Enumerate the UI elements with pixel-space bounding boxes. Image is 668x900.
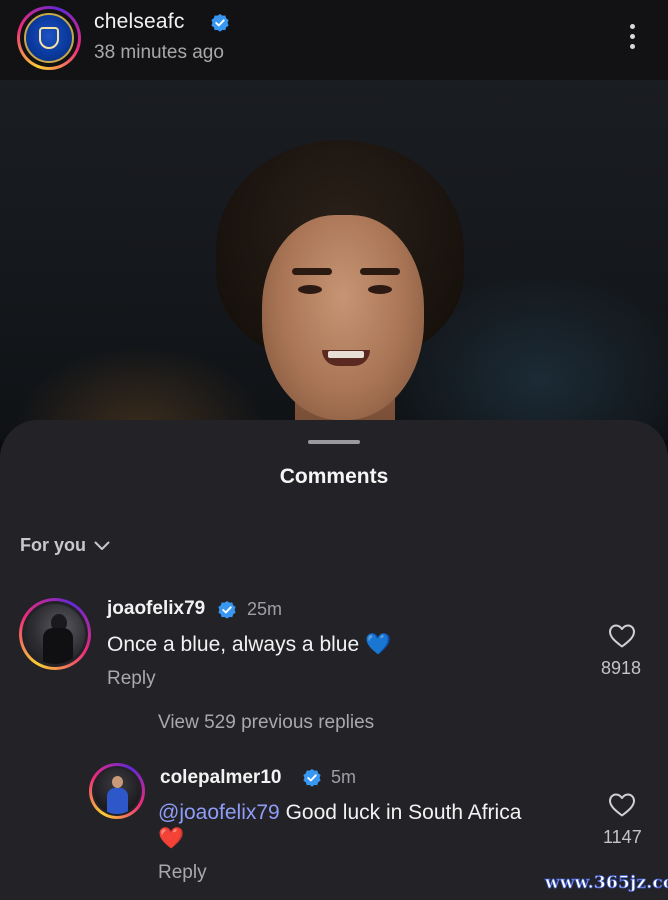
comment-text: Once a blue, always a blue 💙 xyxy=(107,632,577,658)
reply-like-count: 1147 xyxy=(603,827,642,847)
reply-mention[interactable]: @joaofelix79 xyxy=(158,801,280,824)
reply-button[interactable]: Reply xyxy=(107,668,156,690)
blue-heart-emoji: 💙 xyxy=(365,633,392,656)
heart-icon[interactable] xyxy=(608,792,636,818)
sort-label: For you xyxy=(20,535,86,555)
reply-reply-button[interactable]: Reply xyxy=(158,862,207,884)
post-username[interactable]: chelseafc xyxy=(94,10,185,34)
reply-username[interactable]: colepalmer10 xyxy=(160,767,281,789)
post-photo[interactable] xyxy=(0,80,668,460)
post-header: chelseafc 38 minutes ago xyxy=(0,0,668,80)
more-options-button[interactable] xyxy=(620,20,644,54)
red-heart-emoji: ❤️ xyxy=(158,827,185,850)
sheet-title: Comments xyxy=(279,465,389,488)
view-previous-replies-button[interactable]: View 529 previous replies xyxy=(158,712,374,734)
commenter-avatar[interactable] xyxy=(19,598,91,670)
comment-time: 25m xyxy=(247,599,283,619)
reply-body: Good luck in South Africa xyxy=(279,801,522,824)
comment-body: Once a blue, always a blue xyxy=(107,633,360,656)
post-screen: chelseafc 38 minutes ago Comments For yo… xyxy=(0,0,668,900)
post-timestamp: 38 minutes ago xyxy=(94,42,224,63)
reply-avatar[interactable] xyxy=(89,763,145,819)
chelsea-crest-icon xyxy=(24,13,74,63)
chelsea-avatar[interactable] xyxy=(17,6,81,70)
watermark: www.365jz.com xyxy=(545,873,668,894)
comments-sheet: Comments For you joaofelix79 25m Once a … xyxy=(0,420,668,900)
verified-badge-icon xyxy=(303,769,321,787)
like-count: 8918 xyxy=(601,658,642,678)
sheet-drag-handle[interactable] xyxy=(308,440,360,444)
verified-badge-icon xyxy=(218,601,236,619)
comment-sort-dropdown[interactable]: For you xyxy=(20,535,110,556)
heart-icon[interactable] xyxy=(608,623,636,649)
chevron-down-icon xyxy=(94,541,110,550)
verified-badge-icon xyxy=(211,14,229,32)
comment-username[interactable]: joaofelix79 xyxy=(107,598,205,620)
reply-time: 5m xyxy=(331,767,357,787)
reply-text: @joaofelix79 Good luck in South Africa ❤… xyxy=(158,800,578,852)
